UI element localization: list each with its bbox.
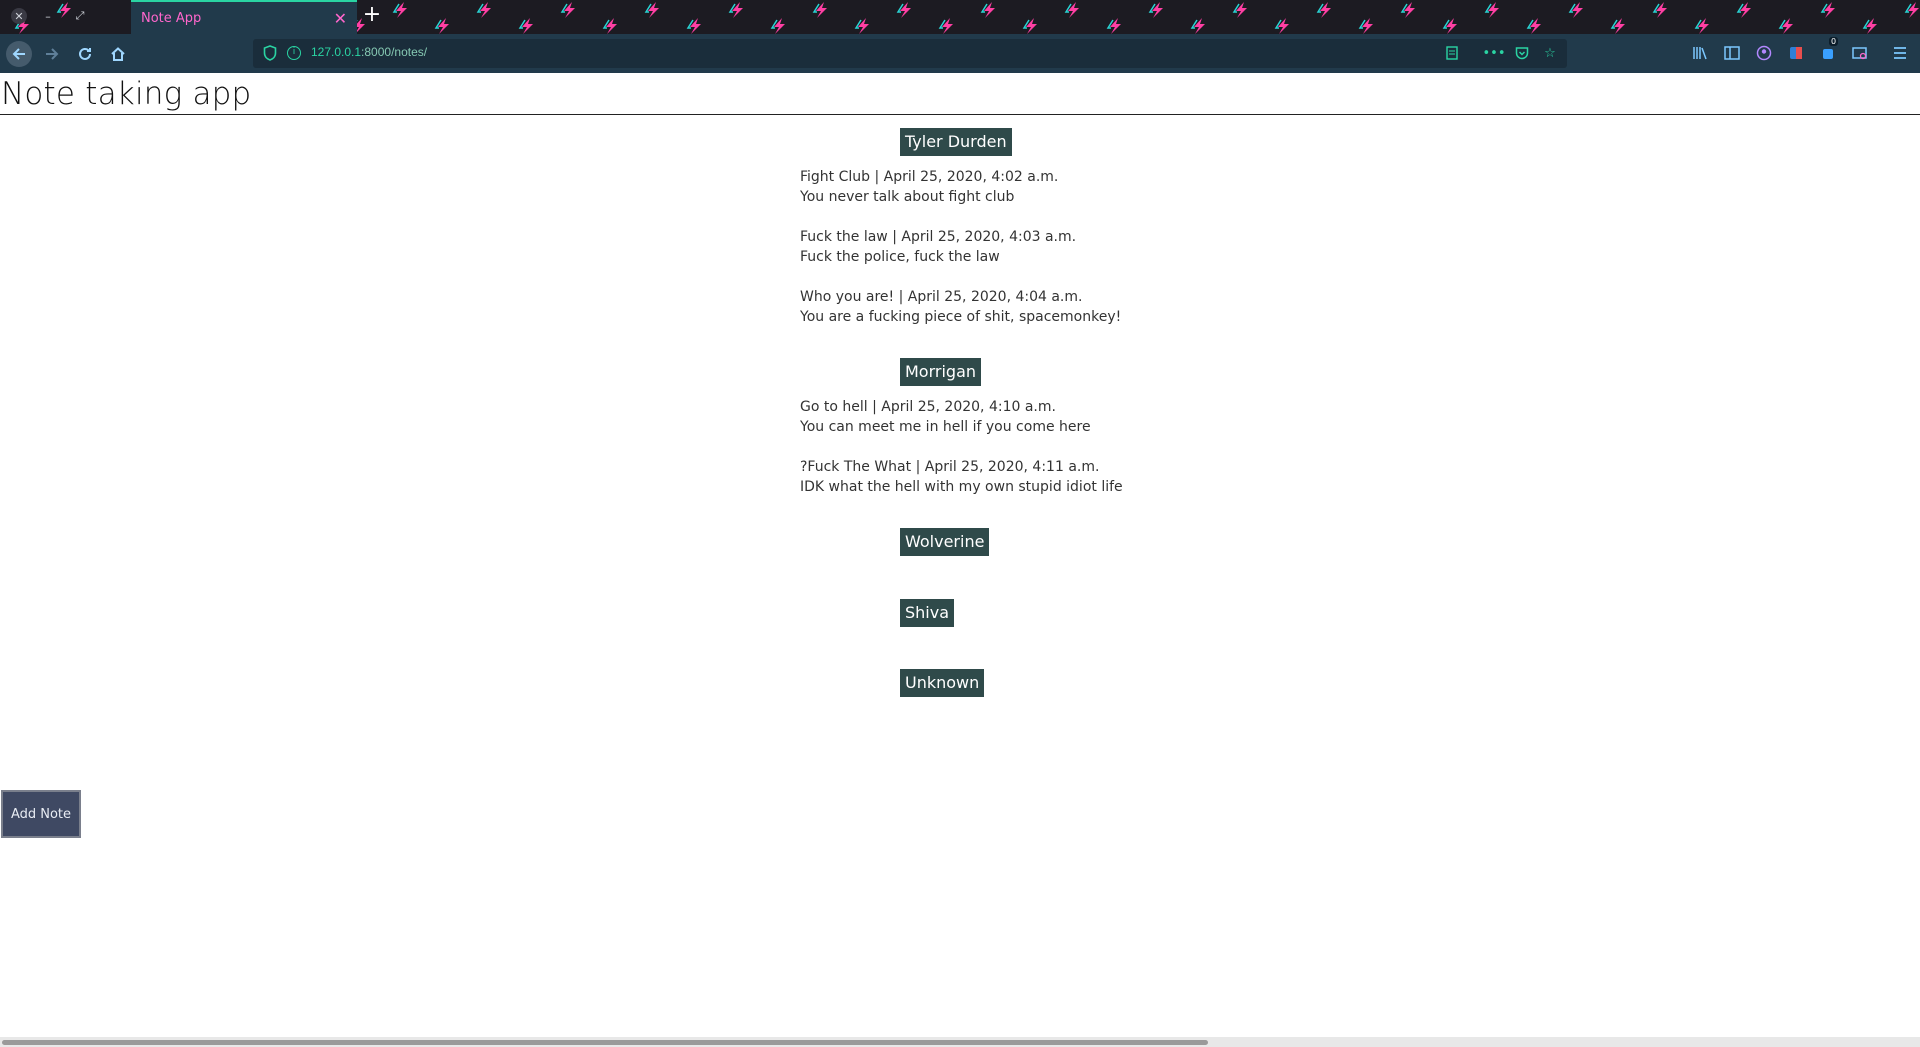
- lightning-bolt-icon: [900, 2, 911, 18]
- note-body: Fuck the police, fuck the law: [800, 249, 1000, 265]
- pocket-icon[interactable]: [1513, 44, 1531, 62]
- extension-notification-icon[interactable]: 0: [1817, 37, 1839, 64]
- note-heading: ?Fuck The What | April 25, 2020, 4:11 a.…: [800, 459, 1100, 475]
- lightning-bolt-icon: [1236, 2, 1247, 18]
- note-heading: Who you are! | April 25, 2020, 4:04 a.m.: [800, 289, 1083, 305]
- lightning-bolt-icon: [1824, 2, 1835, 18]
- lightning-bolt-icon: [606, 18, 617, 34]
- tab-note-app[interactable]: Note App ✕: [131, 0, 357, 34]
- note-heading: Fuck the law | April 25, 2020, 4:03 a.m.: [800, 229, 1077, 245]
- lightning-bolt-icon: [1488, 2, 1499, 18]
- tab-close-icon[interactable]: ✕: [334, 9, 347, 28]
- title-divider: [0, 114, 1920, 115]
- close-window-icon[interactable]: ✕: [11, 8, 27, 24]
- lightning-bolt-icon: [1446, 18, 1457, 34]
- lightning-bolt-icon: [858, 18, 869, 34]
- restore-window-icon[interactable]: ⤢: [72, 8, 88, 24]
- reload-icon: [79, 47, 91, 60]
- horizontal-scrollbar[interactable]: [0, 1037, 1920, 1047]
- lightning-bolt-icon: [942, 18, 953, 34]
- note-item: Who you are! | April 25, 2020, 4:04 a.m.…: [800, 287, 1121, 327]
- lightning-bolt-icon: [1908, 2, 1919, 18]
- lightning-bolt-icon: [1068, 2, 1079, 18]
- note-item: ?Fuck The What | April 25, 2020, 4:11 a.…: [800, 457, 1123, 497]
- page-content: Note taking app Tyler Durden Fight Club …: [0, 73, 1920, 1038]
- url-host: 127.0.0.1: [311, 45, 362, 59]
- lightning-bolt-icon: [1530, 18, 1541, 34]
- reader-view-icon[interactable]: [1443, 44, 1461, 62]
- tab-title: Note App: [141, 10, 202, 26]
- lightning-bolt-icon: [1320, 2, 1331, 18]
- scrollbar-thumb[interactable]: [2, 1040, 1208, 1045]
- lightning-bolt-icon: [480, 2, 491, 18]
- add-note-button[interactable]: Add Note: [1, 790, 81, 838]
- sidebar-toggle-icon[interactable]: [1721, 42, 1743, 64]
- lightning-bolt-icon: [732, 2, 743, 18]
- lightning-bolt-icon: [396, 2, 407, 18]
- note-body: You can meet me in hell if you come here: [800, 419, 1091, 435]
- hamburger-menu-icon[interactable]: [1889, 42, 1911, 64]
- lightning-bolt-icon: [522, 18, 533, 34]
- lightning-bolt-icon: [438, 18, 449, 34]
- lightning-bolt-icon: [1278, 18, 1289, 34]
- home-button[interactable]: [106, 42, 130, 66]
- lightning-bolt-icon: [1152, 2, 1163, 18]
- extension-shield-icon[interactable]: [1785, 42, 1807, 64]
- browser-tab-strip: ✕ – ⤢ Note App ✕ +: [0, 0, 1920, 34]
- note-body: You are a fucking piece of shit, spacemo…: [800, 309, 1122, 325]
- back-button[interactable]: [6, 41, 32, 67]
- lightning-bolt-icon: [1572, 2, 1583, 18]
- note-body: You never talk about fight club: [800, 189, 1015, 205]
- lightning-bolt-icon: [1026, 18, 1037, 34]
- note-item: Fight Club | April 25, 2020, 4:02 a.m. Y…: [800, 167, 1058, 207]
- note-heading: Go to hell | April 25, 2020, 4:10 a.m.: [800, 399, 1056, 415]
- account-icon[interactable]: [1753, 42, 1775, 64]
- lightning-bolt-icon: [1194, 18, 1205, 34]
- note-heading: Fight Club | April 25, 2020, 4:02 a.m.: [800, 169, 1059, 185]
- arrow-left-icon: [12, 48, 25, 60]
- lightning-bolt-icon: [816, 2, 827, 18]
- lightning-bolt-icon: [1614, 18, 1625, 34]
- author-heading-tyler-durden: Tyler Durden: [900, 128, 1012, 156]
- lightning-bolt-icon: [60, 2, 71, 18]
- lightning-bolt-icon: [690, 18, 701, 34]
- reload-button[interactable]: [73, 42, 97, 66]
- library-icon[interactable]: [1689, 42, 1711, 64]
- lightning-bolt-icon: [1782, 18, 1793, 34]
- screenshot-icon[interactable]: [1849, 42, 1871, 64]
- note-item: Go to hell | April 25, 2020, 4:10 a.m. Y…: [800, 397, 1091, 437]
- author-heading-wolverine: Wolverine: [900, 528, 990, 556]
- lightning-bolt-icon: [1740, 2, 1751, 18]
- lightning-bolt-icon: [1866, 18, 1877, 34]
- note-body: IDK what the hell with my own stupid idi…: [800, 479, 1123, 495]
- lightning-bolt-icon: [648, 2, 659, 18]
- new-tab-button[interactable]: +: [362, 4, 382, 28]
- lightning-bolt-icon: [1362, 18, 1373, 34]
- lightning-bolt-icon: [1698, 18, 1709, 34]
- site-info-icon[interactable]: i: [287, 46, 301, 60]
- author-heading-unknown: Unknown: [900, 669, 985, 697]
- page-actions-icon[interactable]: •••: [1483, 44, 1506, 62]
- navigation-toolbar: i 127.0.0.1:8000/notes/ ••• ☆ 0: [0, 34, 1920, 73]
- author-heading-morrigan: Morrigan: [900, 358, 982, 386]
- bookmark-star-icon[interactable]: ☆: [1541, 44, 1559, 62]
- page-title: Note taking app: [1, 76, 252, 112]
- lightning-bolt-icon: [984, 2, 995, 18]
- author-heading-shiva: Shiva: [900, 599, 955, 627]
- notification-count-badge: 0: [1829, 37, 1839, 46]
- lightning-bolt-icon: [774, 18, 785, 34]
- url-path: :8000/notes/: [361, 45, 428, 59]
- lightning-bolt-icon: [564, 2, 575, 18]
- tracking-protection-shield-icon[interactable]: [263, 45, 277, 61]
- address-bar[interactable]: i 127.0.0.1:8000/notes/ ••• ☆: [253, 39, 1567, 68]
- lightning-bolt-icon: [1404, 2, 1415, 18]
- forward-button[interactable]: [40, 42, 64, 66]
- lightning-bolt-icon: [1656, 2, 1667, 18]
- home-icon: [111, 47, 125, 61]
- lightning-bolt-icon: [1110, 18, 1121, 34]
- note-item: Fuck the law | April 25, 2020, 4:03 a.m.…: [800, 227, 1076, 267]
- arrow-right-icon: [46, 48, 59, 60]
- url-text[interactable]: 127.0.0.1:8000/notes/: [311, 45, 427, 59]
- minimize-window-icon[interactable]: –: [40, 8, 56, 24]
